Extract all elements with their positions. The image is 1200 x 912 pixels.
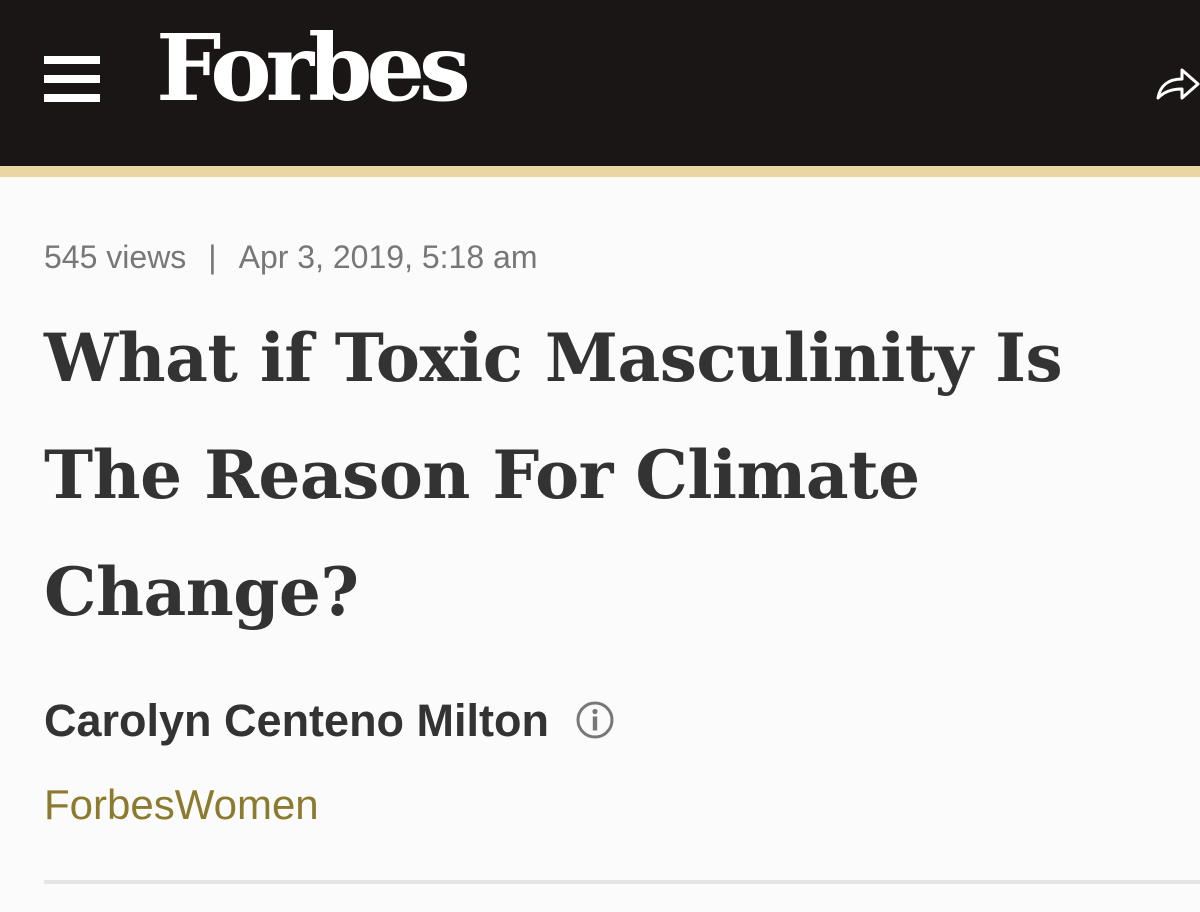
- article-meta: 545 views | Apr 3, 2019, 5:18 am: [44, 237, 537, 277]
- article-headline: What if Toxic Masculinity Is The Reason …: [44, 319, 1063, 631]
- publish-timestamp: Apr 3, 2019, 5:18 am: [238, 239, 538, 275]
- info-circle-icon[interactable]: [575, 700, 615, 740]
- author-name[interactable]: Carolyn Centeno Milton: [44, 698, 549, 743]
- hamburger-menu-icon[interactable]: [44, 56, 100, 102]
- section-divider: [44, 880, 1200, 884]
- share-arrow-icon[interactable]: [1152, 60, 1200, 108]
- site-header: Forbes: [0, 0, 1200, 166]
- menu-bar: [44, 94, 100, 102]
- channel-link[interactable]: ForbesWomen: [44, 780, 319, 830]
- header-accent-rule: [0, 166, 1200, 177]
- meta-separator: |: [208, 239, 217, 275]
- menu-bar: [44, 56, 100, 64]
- menu-bar: [44, 75, 100, 83]
- byline: Carolyn Centeno Milton: [44, 690, 615, 750]
- forbes-logo[interactable]: Forbes: [156, 22, 471, 114]
- view-count: 545 views: [44, 239, 187, 275]
